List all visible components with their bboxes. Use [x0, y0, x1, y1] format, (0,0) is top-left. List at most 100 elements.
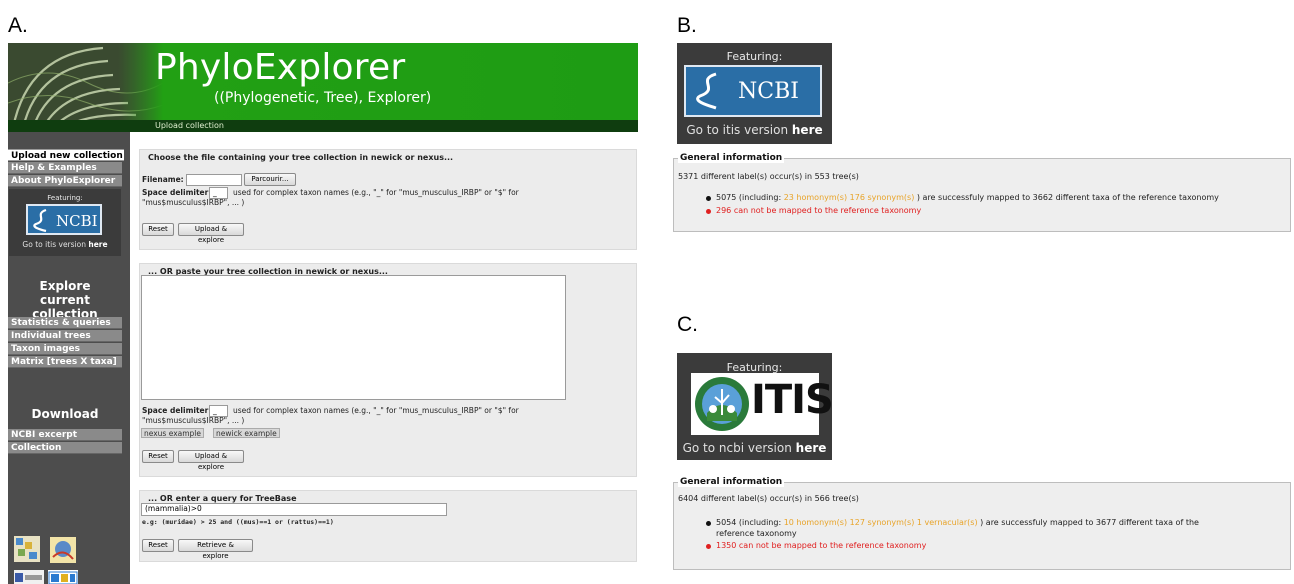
ncbi-logo: NCBI: [26, 204, 102, 235]
label-count-summary: 6404 different label(s) occur(s) in 566 …: [678, 494, 859, 503]
newick-example-link[interactable]: newick example: [213, 428, 280, 438]
sidebar-item-statistics[interactable]: Statistics & queries: [8, 317, 122, 329]
download-heading: Download: [31, 407, 99, 421]
bullet-icon: [706, 196, 711, 201]
app-subtitle: ((Phylogenetic, Tree), Explorer): [214, 90, 432, 106]
treebase-title: ... OR enter a query for TreeBase: [148, 494, 297, 503]
bullet-icon: [706, 544, 711, 549]
treebase-query-example: e.g: (muridae) > 25 and ((mus)==1 or (ra…: [142, 518, 334, 526]
treebase-query-input[interactable]: (mammalia)>0: [141, 503, 447, 516]
ncbi-logo-text: NCBI: [56, 212, 98, 230]
isem-logo-icon: [52, 541, 74, 560]
paste-reset-button[interactable]: Reset: [142, 450, 174, 463]
general-info-ncbi: General information 5371 different label…: [673, 153, 1291, 232]
ncbi-badge-large[interactable]: Featuring: NCBI Go to itis version here: [677, 43, 832, 144]
sidebar-item-individual-trees[interactable]: Individual trees: [8, 330, 122, 342]
mab-logo-icon: [16, 538, 37, 559]
partner-logo-isem: [50, 537, 76, 563]
delimiter-help: used for complex taxon names (e.g., "_" …: [233, 188, 635, 198]
dna-helix-icon: [33, 208, 47, 233]
synonyms-link[interactable]: 127 synonym(s): [850, 518, 915, 527]
paste-explore-button[interactable]: Upload & explore: [178, 450, 244, 471]
featuring-label: Featuring:: [47, 194, 83, 202]
bullet-icon: [706, 209, 711, 214]
goto-itis-text: Go to itis version: [22, 240, 86, 249]
treebase-section: ... OR enter a query for TreeBase (mamma…: [139, 490, 637, 562]
homonyms-link[interactable]: 10 homonym(s): [784, 518, 847, 527]
upload-explore-button[interactable]: Upload & explore: [178, 223, 244, 244]
featuring-label-b: Featuring:: [726, 50, 783, 63]
sidebar-item-about[interactable]: About PhyloExplorer: [8, 175, 122, 187]
mapped-count: 5075 (including:: [716, 193, 782, 202]
sidebar-item-help[interactable]: Help & Examples: [8, 162, 122, 174]
homonyms-link[interactable]: 23 homonym(s): [784, 193, 847, 202]
goto-itis-text-large: Go to itis version: [686, 123, 789, 137]
general-info-legend: General information: [678, 153, 785, 163]
delimiter-label: Space delimiter:: [142, 188, 212, 197]
goto-ncbi-text: Go to ncbi version: [682, 441, 792, 455]
itis-logo: ITIS: [691, 373, 834, 435]
paste-delimiter-label: Space delimiter:: [142, 406, 212, 415]
itis-badge-large[interactable]: Featuring: ITIS Go to ncbi version here: [677, 353, 834, 460]
unmapped-summary[interactable]: 1350 can not be mapped to the reference …: [716, 540, 926, 551]
phyloexplorer-window: PhyloExplorer ((Phylogenetic, Tree), Exp…: [8, 43, 638, 584]
um2-logo-icon: [48, 571, 78, 584]
goto-ncbi-link[interactable]: Go to ncbi version here: [677, 441, 832, 455]
partner-logo-cnrs: [14, 570, 44, 584]
mapped-suffix: ) are successfuly mapped to 3677 differe…: [980, 518, 1199, 527]
ncbi-badge[interactable]: Featuring: NCBI Go to itis version here: [9, 189, 121, 256]
sidebar-item-matrix[interactable]: Matrix [trees X taxa]: [8, 356, 122, 368]
goto-itis-here-large[interactable]: here: [792, 123, 823, 137]
app-title: PhyloExplorer: [155, 47, 406, 88]
mapped-suffix: ) are successfuly mapped to 3662 differe…: [916, 193, 1219, 202]
panel-label-c: C.: [677, 313, 698, 336]
treebase-retrieve-button[interactable]: Retrieve & explore: [178, 539, 253, 560]
sidebar-item-ncbi-excerpt[interactable]: NCBI excerpt: [8, 429, 122, 441]
cnrs-logo-icon: [15, 573, 42, 582]
browse-button[interactable]: Parcourir...: [244, 173, 296, 186]
goto-itis-link[interactable]: Go to itis version here: [9, 240, 121, 249]
filename-input[interactable]: [186, 174, 242, 186]
partner-logo-mab: [14, 536, 40, 562]
sidebar-item-taxon-images[interactable]: Taxon images: [8, 343, 122, 355]
panel-label-a: A.: [8, 14, 28, 37]
upload-file-title: Choose the file containing your tree col…: [148, 153, 454, 162]
breadcrumb: Upload collection: [155, 121, 224, 130]
treebase-reset-button[interactable]: Reset: [142, 539, 174, 552]
mapped-count: 5054 (including:: [716, 518, 782, 527]
itis-logo-text: ITIS: [751, 377, 834, 423]
ncbi-logo-text-large: NCBI: [738, 79, 799, 104]
filename-label: Filename:: [142, 175, 184, 184]
upload-reset-button[interactable]: Reset: [142, 223, 174, 236]
delimiter-help-line-1: used for complex taxon names (e.g., "_" …: [233, 188, 519, 197]
goto-itis-link-large[interactable]: Go to itis version here: [677, 123, 832, 137]
vernacular-link[interactable]: 1 vernacular(s): [917, 518, 978, 527]
sidebar: Upload new collection Help & Examples Ab…: [8, 132, 130, 584]
mapped-suffix-2: reference taxonomy: [716, 529, 797, 538]
nautilus-shell-image: [8, 43, 163, 131]
general-info-legend: General information: [678, 477, 785, 487]
paste-delimiter-help-line-1: used for complex taxon names (e.g., "_" …: [233, 406, 519, 415]
bullet-icon: [706, 521, 711, 526]
explore-heading: Explore current collection: [32, 279, 98, 321]
dna-helix-icon: [696, 72, 717, 110]
partner-logo-um2: [48, 570, 78, 584]
upload-file-section: Choose the file containing your tree col…: [139, 149, 637, 250]
unmapped-summary[interactable]: 296 can not be mapped to the reference t…: [716, 205, 921, 216]
nexus-example-link[interactable]: nexus example: [141, 428, 205, 438]
general-info-itis: General information 6404 different label…: [673, 477, 1291, 570]
mapped-summary: 5075 (including: 23 homonym(s) 176 synon…: [716, 192, 1291, 203]
paste-section: ... OR paste your tree collection in new…: [139, 263, 637, 477]
goto-itis-here[interactable]: here: [88, 240, 107, 249]
paste-delimiter-help-line-2: "mus$musculus$IRBP", ... ): [142, 416, 245, 425]
goto-ncbi-here[interactable]: here: [796, 441, 827, 455]
breadcrumb-bar: [8, 120, 638, 132]
ncbi-logo-large: NCBI: [684, 65, 822, 117]
synonyms-link[interactable]: 176 synonym(s): [850, 193, 915, 202]
label-count-summary: 5371 different label(s) occur(s) in 553 …: [678, 172, 859, 181]
delimiter-help-line-2: "mus$musculus$IRBP", ... ): [142, 198, 245, 207]
tree-collection-textarea[interactable]: [141, 275, 566, 400]
panel-label-b: B.: [677, 14, 697, 37]
sidebar-item-collection[interactable]: Collection: [8, 442, 122, 454]
sidebar-item-upload[interactable]: Upload new collection: [8, 149, 124, 161]
